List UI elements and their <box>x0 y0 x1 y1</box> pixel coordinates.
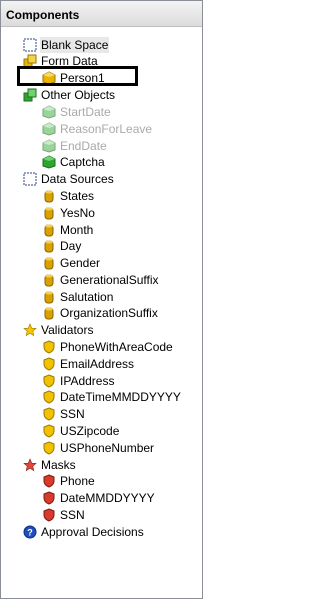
cube-icon <box>42 121 56 136</box>
tree-item-label: Other Objects <box>41 87 116 102</box>
data-source-item[interactable]: GenerationalSuffix <box>42 271 160 288</box>
tree-item-label: YesNo <box>60 205 95 220</box>
data-source-item[interactable]: OrganizationSuffix <box>42 304 159 321</box>
help-icon: ? <box>23 525 37 538</box>
other-objects-icon <box>23 88 37 101</box>
tree-item-label: SSN <box>60 507 85 522</box>
tree-item-other-objects[interactable]: Other Objects <box>23 86 116 103</box>
database-icon <box>44 224 54 236</box>
tree-item-label: ReasonForLeave <box>60 121 153 136</box>
validator-item[interactable]: DateTimeMMDDYYYY <box>42 388 182 405</box>
shield-icon <box>43 507 55 522</box>
tree-item-label: StartDate <box>60 104 111 119</box>
cube-icon <box>42 104 56 119</box>
data-source-item[interactable]: Day <box>42 237 82 254</box>
shield-icon <box>43 406 55 421</box>
cube-icon <box>42 154 56 169</box>
star-icon <box>23 457 37 471</box>
tree-item-label: IPAddress <box>60 373 115 388</box>
tree-item-label: EndDate <box>60 138 107 153</box>
database-icon <box>44 307 54 319</box>
tree-item-blank-space[interactable]: Blank Space <box>23 36 110 53</box>
shield-icon <box>43 423 55 438</box>
data-source-item[interactable]: States <box>42 187 95 204</box>
data-source-item[interactable]: Month <box>42 221 94 238</box>
tree-item-label: PhoneWithAreaCode <box>60 339 173 354</box>
dashed-square-icon <box>23 38 37 51</box>
svg-text:?: ? <box>27 527 33 537</box>
database-icon <box>44 291 54 303</box>
panel-header: Components <box>1 1 202 27</box>
shield-icon <box>43 356 55 371</box>
mask-item[interactable]: DateMMDDYYYY <box>42 489 156 506</box>
tree-item-label: OrganizationSuffix <box>60 305 158 320</box>
tree-item-label: Masks <box>41 457 76 472</box>
database-icon <box>44 274 54 286</box>
shield-icon <box>43 389 55 404</box>
tree-item-label: SSN <box>60 406 85 421</box>
tree-item-label: Gender <box>60 255 101 270</box>
shield-icon <box>43 440 55 455</box>
tree-item-start-date[interactable]: StartDate <box>42 103 112 120</box>
shield-icon <box>43 373 55 388</box>
tree-item-end-date[interactable]: EndDate <box>42 137 108 154</box>
database-icon <box>44 240 54 252</box>
star-icon <box>23 322 37 336</box>
tree-item-label: Blank Space <box>40 36 110 53</box>
shield-icon <box>43 473 55 488</box>
shield-icon <box>43 490 55 505</box>
tree-item-label: Captcha <box>60 154 105 169</box>
tree-item-label: Validators <box>41 322 94 337</box>
tree-item-label: Salutation <box>60 289 114 304</box>
tree-item-label: Approval Decisions <box>41 524 144 539</box>
selection-highlight <box>17 66 138 86</box>
data-source-item[interactable]: Salutation <box>42 288 114 305</box>
tree-item-label: USZipcode <box>60 423 120 438</box>
shield-icon <box>43 339 55 354</box>
tree-item-label: Day <box>60 238 82 253</box>
tree-item-data-sources[interactable]: Data Sources <box>23 170 115 187</box>
tree-item-captcha[interactable]: Captcha <box>42 153 106 170</box>
validator-item[interactable]: SSN <box>42 405 86 422</box>
tree-item-label: EmailAddress <box>60 356 135 371</box>
database-icon <box>44 190 54 202</box>
tree-item-masks[interactable]: Masks <box>23 456 77 473</box>
data-source-item[interactable]: Gender <box>42 254 101 271</box>
dashed-square-icon <box>23 172 37 185</box>
tree-item-label: Phone <box>60 473 95 488</box>
mask-item[interactable]: Phone <box>42 472 96 489</box>
validator-item[interactable]: PhoneWithAreaCode <box>42 338 174 355</box>
tree-item-label: GenerationalSuffix <box>60 272 159 287</box>
components-panel: Components Blank Space Form Data Person1… <box>0 0 203 599</box>
database-icon <box>44 207 54 219</box>
validator-item[interactable]: EmailAddress <box>42 355 135 372</box>
data-source-item[interactable]: YesNo <box>42 204 96 221</box>
cube-icon <box>42 138 56 153</box>
tree-item-approval-decisions[interactable]: ? Approval Decisions <box>23 523 145 540</box>
tree-item-label: Month <box>60 222 94 237</box>
tree-item-label: DateMMDDYYYY <box>60 490 155 505</box>
validator-item[interactable]: IPAddress <box>42 372 115 389</box>
tree-item-reason-for-leave[interactable]: ReasonForLeave <box>42 120 153 137</box>
tree-item-label: Data Sources <box>41 171 114 186</box>
mask-item[interactable]: SSN <box>42 506 86 523</box>
validator-item[interactable]: USZipcode <box>42 422 120 439</box>
validator-item[interactable]: USPhoneNumber <box>42 439 155 456</box>
tree-item-validators[interactable]: Validators <box>23 321 94 338</box>
database-icon <box>44 257 54 269</box>
panel-title: Components <box>6 8 80 22</box>
tree-item-label: USPhoneNumber <box>60 440 155 455</box>
tree-item-label: DateTimeMMDDYYYY <box>60 389 181 404</box>
tree-item-label: States <box>60 188 95 203</box>
